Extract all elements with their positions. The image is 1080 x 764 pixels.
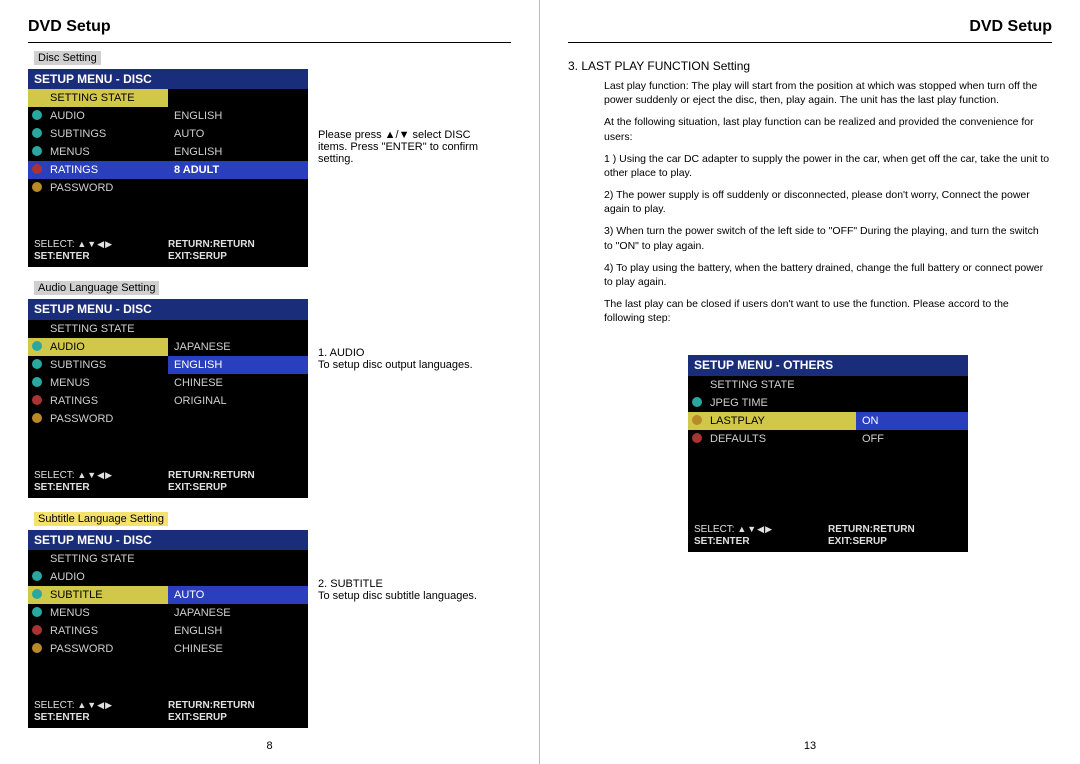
menu-value: OFF	[856, 430, 968, 448]
menu-item-audio[interactable]: AUDIO	[28, 568, 168, 586]
globe-icon	[32, 377, 42, 387]
globe-icon	[32, 146, 42, 156]
page-title-left: DVD Setup	[28, 18, 511, 36]
menu-value-blank	[856, 376, 968, 394]
menu-footer: SELECT: ▲▼◀▶SET:ENTER RETURN:RETURNEXIT:…	[28, 698, 308, 728]
menu-value-blank	[168, 410, 308, 428]
menu-item-ratings[interactable]: RATINGS	[28, 392, 168, 410]
globe-icon	[32, 341, 42, 351]
menu-item-subtings[interactable]: SUBTINGS	[28, 125, 168, 143]
globe-icon	[32, 571, 42, 581]
menu-item-audio[interactable]: AUDIO	[28, 107, 168, 125]
caption-menu3: 2. SUBTITLE To setup disc subtitle langu…	[308, 530, 477, 602]
menu-disc-1: SETUP MENU - DISC SETTING STATE AUDIO SU…	[28, 69, 308, 267]
globe-icon	[32, 359, 42, 369]
key-icon	[32, 643, 42, 653]
menu-value-blank	[168, 179, 308, 197]
menu-value: CHINESE	[168, 374, 308, 392]
section-disc-setting: Disc Setting	[34, 51, 101, 65]
menu-header: SETUP MENU - DISC	[28, 69, 308, 89]
menu-item-audio[interactable]: AUDIO	[28, 338, 168, 356]
menu-item-password[interactable]: PASSWORD	[28, 410, 168, 428]
play-icon	[692, 415, 702, 425]
menu-value: ENGLISH	[168, 143, 308, 161]
menu-item-lastplay[interactable]: LASTPLAY	[688, 412, 856, 430]
key-icon	[32, 182, 42, 192]
lock-icon	[32, 395, 42, 405]
menu-header: SETUP MENU - DISC	[28, 530, 308, 550]
globe-icon	[32, 128, 42, 138]
menu-item-setting-state[interactable]: SETTING STATE	[688, 376, 856, 394]
menu-others: SETUP MENU - OTHERS SETTING STATE JPEG T…	[688, 355, 968, 551]
divider	[28, 42, 511, 43]
menu-value-blank	[168, 89, 308, 107]
menu-value: JAPANESE	[168, 604, 308, 622]
menu-item-subtings[interactable]: SUBTINGS	[28, 356, 168, 374]
menu-value-blank	[168, 568, 308, 586]
menu-item-setting-state[interactable]: SETTING STATE	[28, 550, 168, 568]
menu-item-defaults[interactable]: DEFAULTS	[688, 430, 856, 448]
menu-value-selected: ON	[856, 412, 968, 430]
section-audio-lang: Audio Language Setting	[34, 281, 159, 295]
key-icon	[32, 413, 42, 423]
menu-disc-2: SETUP MENU - DISC SETTING STATE AUDIO SU…	[28, 299, 308, 497]
page-number-right: 13	[540, 740, 1080, 752]
menu-item-subtitle[interactable]: SUBTITLE	[28, 586, 168, 604]
menu-value: ORIGINAL	[168, 392, 308, 410]
body-text: Last play function: The play will start …	[604, 79, 1050, 325]
row-menu1: SETUP MENU - DISC SETTING STATE AUDIO SU…	[28, 69, 511, 267]
menu-item-password[interactable]: PASSWORD	[28, 179, 168, 197]
menu-item-password[interactable]: PASSWORD	[28, 640, 168, 658]
page-title-right: DVD Setup	[568, 18, 1052, 36]
section-subtitle-lang: Subtitle Language Setting	[34, 512, 168, 526]
menu-header: SETUP MENU - DISC	[28, 299, 308, 319]
menu-value-selected: AUTO	[168, 586, 308, 604]
divider	[568, 42, 1052, 43]
menu-item-jpeg-time[interactable]: JPEG TIME	[688, 394, 856, 412]
menu-footer: SELECT: ▲▼◀▶SET:ENTER RETURN:RETURNEXIT:…	[28, 468, 308, 498]
menu-footer: SELECT: ▲▼◀▶SET:ENTER RETURN:RETURNEXIT:…	[28, 237, 308, 267]
heading-lastplay: 3. LAST PLAY FUNCTION Setting	[568, 59, 1052, 73]
lock-icon	[32, 625, 42, 635]
menu-header: SETUP MENU - OTHERS	[688, 355, 968, 375]
menu-item-setting-state[interactable]: SETTING STATE	[28, 320, 168, 338]
menu-item-menus[interactable]: MENUS	[28, 374, 168, 392]
menu-disc-3: SETUP MENU - DISC SETTING STATE AUDIO SU…	[28, 530, 308, 728]
menu-value: CHINESE	[168, 640, 308, 658]
menu-value-selected: ENGLISH	[168, 356, 308, 374]
caption-menu2: 1. AUDIO To setup disc output languages.	[308, 299, 473, 371]
menu-footer: SELECT: ▲▼◀▶SET:ENTER RETURN:RETURNEXIT:…	[688, 522, 968, 552]
page-right: DVD Setup 3. LAST PLAY FUNCTION Setting …	[540, 0, 1080, 764]
row-menu3: SETUP MENU - DISC SETTING STATE AUDIO SU…	[28, 530, 511, 728]
image-icon	[692, 397, 702, 407]
menu-value: JAPANESE	[168, 338, 308, 356]
menu-value: ENGLISH	[168, 107, 308, 125]
page-left: DVD Setup Disc Setting SETUP MENU - DISC…	[0, 0, 540, 764]
menu-value: AUTO	[168, 125, 308, 143]
globe-icon	[32, 110, 42, 120]
menu-item-setting-state[interactable]: SETTING STATE	[28, 89, 168, 107]
globe-icon	[32, 607, 42, 617]
menu-value-selected: 8 ADULT	[168, 161, 308, 179]
menu-value: ENGLISH	[168, 622, 308, 640]
menu-item-menus[interactable]: MENUS	[28, 143, 168, 161]
menu-item-menus[interactable]: MENUS	[28, 604, 168, 622]
menu-value-blank	[168, 320, 308, 338]
menu-value-blank	[168, 550, 308, 568]
menu-item-ratings[interactable]: RATINGS	[28, 161, 168, 179]
reset-icon	[692, 433, 702, 443]
globe-icon	[32, 589, 42, 599]
menu-item-ratings[interactable]: RATINGS	[28, 622, 168, 640]
lock-icon	[32, 164, 42, 174]
page-number-left: 8	[0, 740, 539, 752]
menu-value-blank	[856, 394, 968, 412]
row-menu2: SETUP MENU - DISC SETTING STATE AUDIO SU…	[28, 299, 511, 497]
caption-menu1: Please press ▲/▼ select DISC items. Pres…	[308, 69, 498, 165]
